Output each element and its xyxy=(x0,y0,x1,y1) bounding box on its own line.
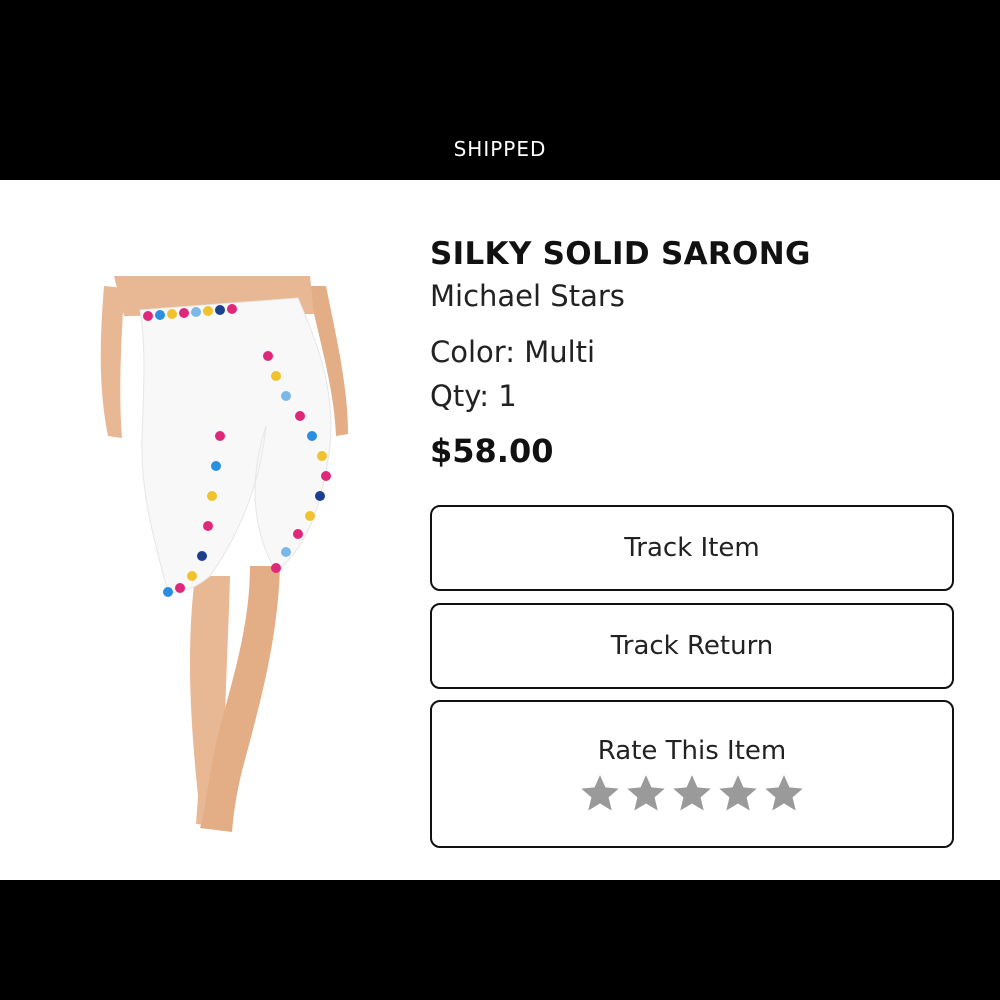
star-icon-3[interactable] xyxy=(671,772,713,814)
track-item-button[interactable]: Track Item xyxy=(430,505,954,591)
product-card: SILKY SOLID SARONG Michael Stars Color: … xyxy=(0,180,1000,880)
header-bar: SHIPPED xyxy=(0,0,1000,180)
product-image xyxy=(100,276,355,852)
star-icon-2[interactable] xyxy=(625,772,667,814)
star-icon-1[interactable] xyxy=(579,772,621,814)
product-name: SILKY SOLID SARONG xyxy=(430,236,811,272)
order-status-label: SHIPPED xyxy=(453,137,547,161)
star-icon-4[interactable] xyxy=(717,772,759,814)
footer-bar xyxy=(0,880,1000,1000)
track-return-button[interactable]: Track Return xyxy=(430,603,954,689)
star-rating xyxy=(432,772,952,814)
rate-item-label: Rate This Item xyxy=(597,736,787,766)
product-quantity: Qty: 1 xyxy=(430,379,517,413)
product-brand: Michael Stars xyxy=(430,279,625,313)
product-price: $58.00 xyxy=(430,432,554,470)
product-color: Color: Multi xyxy=(430,335,596,369)
rate-item-panel: Rate This Item xyxy=(430,700,954,848)
star-icon-5[interactable] xyxy=(763,772,805,814)
